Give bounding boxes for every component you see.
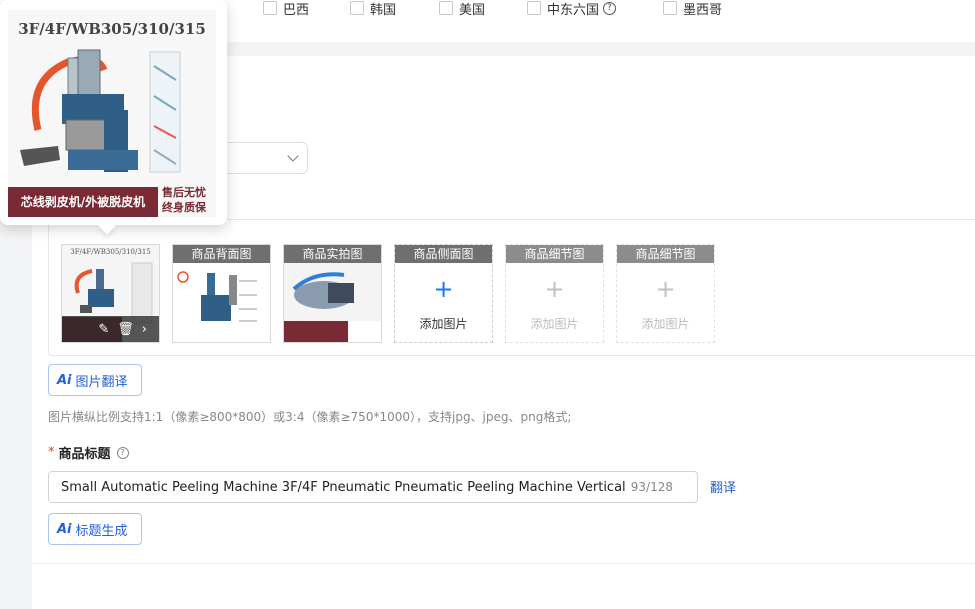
country-label: 美国 [459,2,486,18]
image-slot-real[interactable]: 商品实拍图 [283,244,382,343]
image-slot-tag: 商品实拍图 [284,245,381,263]
footer-area [32,563,975,609]
plus-icon: + [655,275,676,303]
country-label: 中东六国 [547,2,600,18]
translate-link[interactable]: 翻译 [710,477,736,496]
checkbox[interactable] [527,1,541,15]
country-option-korea[interactable]: 韩国 [350,0,397,18]
image-slot-tag: 商品侧面图 [395,245,492,263]
product-title-input[interactable]: Small Automatic Peeling Machine 3F/4F Pn… [48,471,698,503]
image-slot-tag: 商品细节图 [617,245,714,263]
image-slot-back[interactable]: 商品背面图 [172,244,271,343]
ai-icon: Ai [57,521,72,537]
chevron-right-icon[interactable]: › [142,322,147,337]
char-counter: 93/128 [624,480,673,494]
title-value: Small Automatic Peeling Machine 3F/4F Pn… [61,479,627,495]
title-generate-button[interactable]: Ai 标题生成 [48,513,142,545]
country-label: 墨西哥 [683,2,723,18]
add-image-label: 添加图片 [419,317,468,331]
image-translate-button[interactable]: Ai 图片翻译 [48,364,142,396]
trash-icon[interactable]: 🗑 [117,322,134,337]
image-slot-tag: 商品细节图 [506,245,603,263]
button-label: 图片翻译 [75,374,128,390]
required-marker: * [48,445,55,460]
country-option-usa[interactable]: 美国 [439,0,486,18]
checkbox[interactable] [350,1,364,15]
checkbox[interactable] [663,1,677,15]
image-action-bar: ✎ 🗑 › [62,316,159,342]
label-text: 商品标题 [58,447,111,462]
add-image-label: 添加图片 [530,317,579,331]
image-slot-tag: 商品背面图 [173,245,270,263]
country-option-middle-east[interactable]: 中东六国 ? [527,0,617,18]
main-image-slot[interactable]: 3F/4F/WB305/310/315 ✎ 🗑 › [61,244,160,343]
edit-icon[interactable]: ✎ [98,322,109,337]
plus-icon: + [544,275,565,303]
chevron-down-icon [287,150,299,162]
add-image-label: 添加图片 [641,317,690,331]
product-title-label: * 商品标题 ? [48,443,129,462]
preview-banner: 芯线剥皮机/外被脱皮机 [8,187,158,217]
button-label: 标题生成 [75,523,128,539]
country-label: 韩国 [370,2,397,18]
checkbox[interactable] [263,1,277,15]
image-preview-popover: 3F/4F/WB305/310/315 芯线剥皮机/外被脱皮机 售后无忧 终身质… [0,0,227,235]
country-label: 巴西 [283,2,310,18]
checkbox[interactable] [439,1,453,15]
help-icon[interactable]: ? [116,446,129,459]
preview-model-text: 3F/4F/WB305/310/315 [18,20,206,38]
image-slot-side[interactable]: 商品侧面图 + 添加图片 [394,244,493,343]
ai-icon: Ai [57,372,72,388]
country-option-mexico[interactable]: 墨西哥 [663,0,723,18]
image-slot-detail-2: 商品细节图 + 添加图片 [616,244,715,343]
plus-icon: + [433,275,454,303]
thumbnail-model-text: 3F/4F/WB305/310/315 [70,248,151,256]
preview-warranty: 售后无忧 终身质保 [162,186,206,214]
image-format-hint: 图片横纵比例支持1:1（像素≥800*800）或3:4（像素≥750*1000）… [48,410,572,424]
help-icon[interactable]: ? [603,1,617,15]
image-slot-detail-1: 商品细节图 + 添加图片 [505,244,604,343]
country-option-brazil[interactable]: 巴西 [263,0,310,18]
preview-image: 3F/4F/WB305/310/315 芯线剥皮机/外被脱皮机 售后无忧 终身质… [8,10,216,217]
